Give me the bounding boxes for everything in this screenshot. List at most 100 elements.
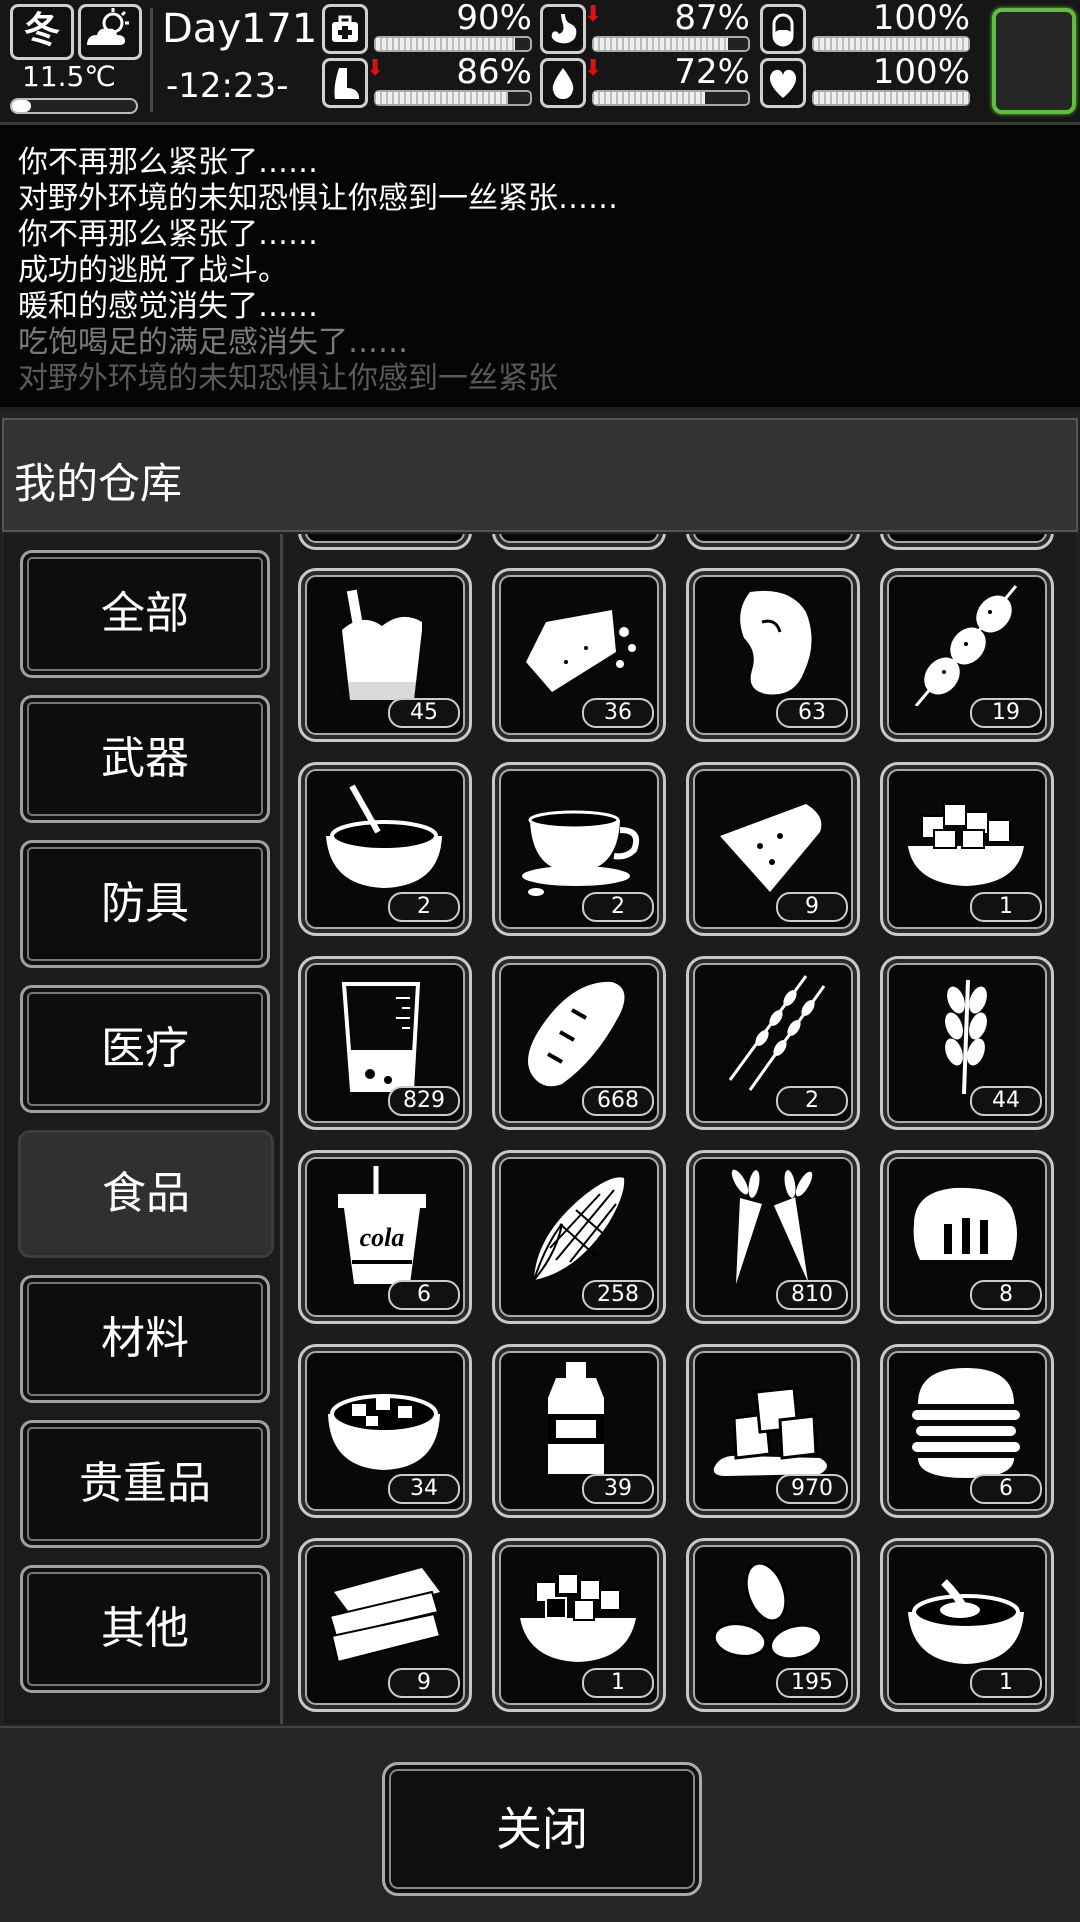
item-slot[interactable]: 44: [880, 956, 1056, 1132]
category-tab[interactable]: 贵重品: [20, 1420, 270, 1548]
item-count: 2: [388, 892, 460, 922]
stat-value: 86%: [456, 52, 532, 92]
item-count: 1: [970, 892, 1042, 922]
item-slot-partial[interactable]: [880, 534, 1056, 552]
item-slot[interactable]: 2: [298, 762, 474, 938]
category-list[interactable]: 全部武器防具医疗食品材料贵重品其他: [4, 534, 283, 1724]
stat-value: 100%: [872, 52, 970, 92]
item-count: 9: [388, 1668, 460, 1698]
corn-icon: [533, 1177, 625, 1281]
item-slot[interactable]: 39: [492, 1344, 668, 1520]
status-hud: 冬 11.5℃ Day171 -12:23- 90% ⬇ 87% 100% ⬇ 86% ⬇ 7…: [0, 0, 1080, 125]
category-tab[interactable]: 武器: [20, 695, 270, 823]
item-slot-partial[interactable]: [298, 534, 474, 552]
stat-bar: [592, 90, 750, 106]
item-count: 8: [970, 1280, 1042, 1310]
stat-mood: 100%: [760, 52, 970, 112]
item-slot[interactable]: 9: [686, 762, 862, 938]
category-tab[interactable]: 医疗: [20, 985, 270, 1113]
falling-arrow-icon: ⬇: [584, 56, 603, 81]
item-slot-partial[interactable]: [686, 534, 862, 552]
item-slot[interactable]: 19: [880, 568, 1056, 744]
kebab-sticks-icon: [728, 975, 826, 1091]
stat-bar: [592, 36, 750, 52]
item-count: 2: [776, 1086, 848, 1116]
soup-bowl-icon: [326, 784, 442, 888]
stat-value: 87%: [674, 0, 750, 38]
item-slot[interactable]: 258: [492, 1150, 668, 1326]
bread-loaf-icon: [528, 981, 625, 1087]
category-tab[interactable]: 食品: [18, 1130, 274, 1258]
item-count: 668: [582, 1086, 654, 1116]
coffee-cup-icon: [522, 810, 640, 896]
item-slot[interactable]: 970: [686, 1344, 862, 1520]
category-tab[interactable]: 全部: [20, 550, 270, 678]
steak-icon: [740, 590, 812, 695]
category-tab[interactable]: 材料: [20, 1275, 270, 1403]
item-slot[interactable]: 195: [686, 1538, 862, 1714]
stat-stamina: ⬇ 86%: [322, 52, 532, 112]
item-slot[interactable]: 45: [298, 568, 474, 744]
temperature-readout: 11.5℃: [22, 60, 116, 93]
item-count: 39: [582, 1474, 654, 1504]
medkit-icon: [322, 4, 368, 54]
item-slot[interactable]: 810: [686, 1150, 862, 1326]
item-count: 6: [970, 1474, 1042, 1504]
panel-title: 我的仓库: [14, 459, 183, 508]
item-slot[interactable]: 2: [492, 762, 668, 938]
falling-arrow-icon: ⬇: [584, 2, 603, 27]
season-badge: 冬: [10, 4, 74, 60]
ice-cubes-icon: [713, 1386, 827, 1476]
pill-icon: [760, 4, 806, 54]
bottle-icon: [548, 1362, 604, 1474]
carrot-icon: [731, 1169, 813, 1284]
water-drop-icon: [540, 58, 586, 108]
item-slot[interactable]: 8: [880, 1150, 1056, 1326]
close-button[interactable]: 关闭: [382, 1762, 702, 1896]
item-count: 34: [388, 1474, 460, 1504]
stat-bar: [812, 90, 970, 106]
item-slot[interactable]: cola 6: [298, 1150, 474, 1326]
item-count: 45: [388, 698, 460, 728]
item-slot[interactable]: 1: [492, 1538, 668, 1714]
item-count: 258: [582, 1280, 654, 1310]
pizza-slice-icon: [720, 804, 822, 892]
item-count: 810: [776, 1280, 848, 1310]
diced-bowl-icon: [908, 803, 1024, 886]
stomach-icon: [540, 4, 586, 54]
beaker-icon: [341, 982, 421, 1092]
item-slot[interactable]: 1: [880, 762, 1056, 938]
storage-panel: 我的仓库 全部 武器 防具 医疗 食品 材料 贵重品 其他 45 36 63 19 2 2 9 1 829 66…: [0, 410, 1080, 1922]
item-slot[interactable]: 63: [686, 568, 862, 744]
stat-stomach: ⬇ 87%: [540, 0, 750, 58]
item-slot-partial[interactable]: [492, 534, 668, 552]
item-slot[interactable]: 6: [880, 1344, 1056, 1520]
category-tab[interactable]: 防具: [20, 840, 270, 968]
stat-bar: [374, 90, 532, 106]
clock: -12:23-: [166, 66, 289, 106]
sandwich-icon: [328, 1568, 442, 1664]
item-slot[interactable]: 9: [298, 1538, 474, 1714]
stat-bar: [812, 36, 970, 52]
equipment-slot[interactable]: [992, 8, 1076, 114]
item-slot[interactable]: 829: [298, 956, 474, 1132]
meat-skewer-icon: [914, 585, 1018, 706]
category-tab[interactable]: 其他: [20, 1565, 270, 1693]
item-grid[interactable]: 45 36 63 19 2 2 9 1 829 668 2 44 cola 6 258 810 8 34 39 970…: [284, 534, 1076, 1724]
item-count: 9: [776, 892, 848, 922]
item-slot[interactable]: 36: [492, 568, 668, 744]
panel-footer: 关闭: [0, 1726, 1080, 1922]
item-slot[interactable]: 1: [880, 1538, 1056, 1714]
item-slot[interactable]: 2: [686, 956, 862, 1132]
cola-cup-icon: cola: [338, 1166, 426, 1284]
panel-header: 我的仓库: [2, 418, 1078, 532]
stat-value: 100%: [872, 0, 970, 38]
item-count: 63: [776, 698, 848, 728]
item-slot[interactable]: 668: [492, 956, 668, 1132]
item-slot[interactable]: 34: [298, 1344, 474, 1520]
burger-icon: [912, 1368, 1020, 1478]
broth-bowl-icon: [908, 1579, 1024, 1664]
ice-cream-bucket-icon: [340, 589, 424, 700]
item-count: 1: [970, 1668, 1042, 1698]
stat-value: 90%: [456, 0, 532, 38]
